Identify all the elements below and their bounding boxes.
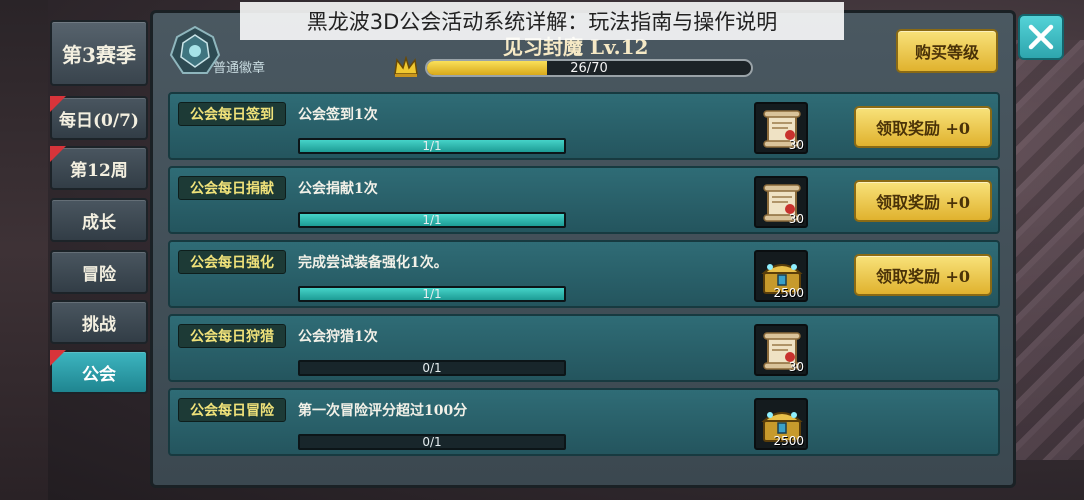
- level-progress-text: 26/70: [570, 60, 608, 76]
- task-progress-text: 1/1: [422, 287, 442, 301]
- task-progress-text: 0/1: [422, 435, 442, 449]
- sidebar-item-guild[interactable]: 公会: [50, 350, 148, 394]
- sidebar-item-label: 第12周: [70, 160, 128, 181]
- sidebar-item-label: 每日(0/7): [59, 110, 139, 131]
- claim-reward-label: 领取奖励 +0: [875, 267, 971, 286]
- reward-quantity: 2500: [773, 286, 804, 300]
- reward-slot[interactable]: 30: [754, 324, 808, 376]
- claim-reward-button[interactable]: 领取奖励 +0: [854, 180, 992, 222]
- task-row: 公会每日强化 完成尝试装备强化1次。 1/1 2500 领取奖励 +0: [168, 240, 1000, 308]
- task-tag: 公会每日捐献: [178, 176, 286, 200]
- notification-flag-icon: [50, 96, 66, 112]
- reward-quantity: 30: [788, 138, 804, 152]
- sidebar-item-daily[interactable]: 每日(0/7): [50, 96, 148, 140]
- reward-quantity: 2500: [773, 434, 804, 448]
- sidebar-item-growth[interactable]: 成长: [50, 198, 148, 242]
- claim-reward-button[interactable]: 领取奖励 +0: [854, 254, 992, 296]
- task-tag: 公会每日签到: [178, 102, 286, 126]
- task-progress-bar: 0/1: [298, 360, 566, 376]
- task-progress-text: 1/1: [422, 139, 442, 153]
- task-progress-bar: 1/1: [298, 138, 566, 154]
- page-caption: 黑龙波3D公会活动系统详解：玩法指南与操作说明: [240, 2, 844, 40]
- reward-quantity: 30: [788, 212, 804, 226]
- sidebar-item-label: 成长: [82, 212, 116, 233]
- emblem-label: 普通徽章: [213, 61, 266, 76]
- task-progress-text: 0/1: [422, 361, 442, 375]
- task-description: 公会捐献1次: [298, 181, 378, 197]
- task-progress-bar: 1/1: [298, 286, 566, 302]
- sidebar-item-challenge[interactable]: 挑战: [50, 300, 148, 344]
- task-description: 第一次冒险评分超过100分: [298, 403, 468, 419]
- sidebar-item-week[interactable]: 第12周: [50, 146, 148, 190]
- close-button[interactable]: [1018, 14, 1064, 60]
- task-progress-text: 1/1: [422, 213, 442, 227]
- task-progress-bar: 0/1: [298, 434, 566, 450]
- task-tag: 公会每日强化: [178, 250, 286, 274]
- claim-reward-label: 领取奖励 +0: [875, 119, 971, 138]
- sidebar-item-label: 冒险: [82, 264, 116, 285]
- notification-flag-icon: [50, 146, 66, 162]
- level-progress-bar: 26/70: [425, 59, 753, 77]
- claim-reward-label: 领取奖励 +0: [875, 193, 971, 212]
- reward-slot[interactable]: 30: [754, 102, 808, 154]
- buy-level-label: 购买等级: [914, 43, 979, 62]
- task-row: 公会每日捐献 公会捐献1次 1/1 30 领取奖励 +0: [168, 166, 1000, 234]
- claim-reward-button[interactable]: 领取奖励 +0: [854, 106, 992, 148]
- reward-slot[interactable]: 2500: [754, 250, 808, 302]
- task-tag: 公会每日冒险: [178, 398, 286, 422]
- background-left: [0, 0, 48, 500]
- task-row: 公会每日狩猎 公会狩猎1次 0/1 30: [168, 314, 1000, 382]
- sidebar-item-adventure[interactable]: 冒险: [50, 250, 148, 294]
- task-description: 完成尝试装备强化1次。: [298, 255, 448, 271]
- sidebar-item-label: 挑战: [82, 314, 116, 335]
- reward-slot[interactable]: 2500: [754, 398, 808, 450]
- season-tab[interactable]: 第3赛季: [50, 20, 148, 86]
- buy-level-button[interactable]: 购买等级: [896, 29, 998, 73]
- task-description: 公会狩猎1次: [298, 329, 378, 345]
- reward-slot[interactable]: 30: [754, 176, 808, 228]
- background-rock: [1004, 40, 1084, 460]
- task-row: 公会每日冒险 第一次冒险评分超过100分 0/1 2500: [168, 388, 1000, 456]
- task-description: 公会签到1次: [298, 107, 378, 123]
- task-tag: 公会每日狩猎: [178, 324, 286, 348]
- close-icon: [1028, 24, 1054, 50]
- notification-flag-icon: [50, 350, 66, 366]
- task-progress-bar: 1/1: [298, 212, 566, 228]
- sidebar-item-label: 公会: [82, 364, 116, 385]
- task-row: 公会每日签到 公会签到1次 1/1 30 领取奖励 +0: [168, 92, 1000, 160]
- season-label: 第3赛季: [62, 42, 136, 67]
- crown-icon: [394, 56, 418, 77]
- reward-quantity: 30: [788, 360, 804, 374]
